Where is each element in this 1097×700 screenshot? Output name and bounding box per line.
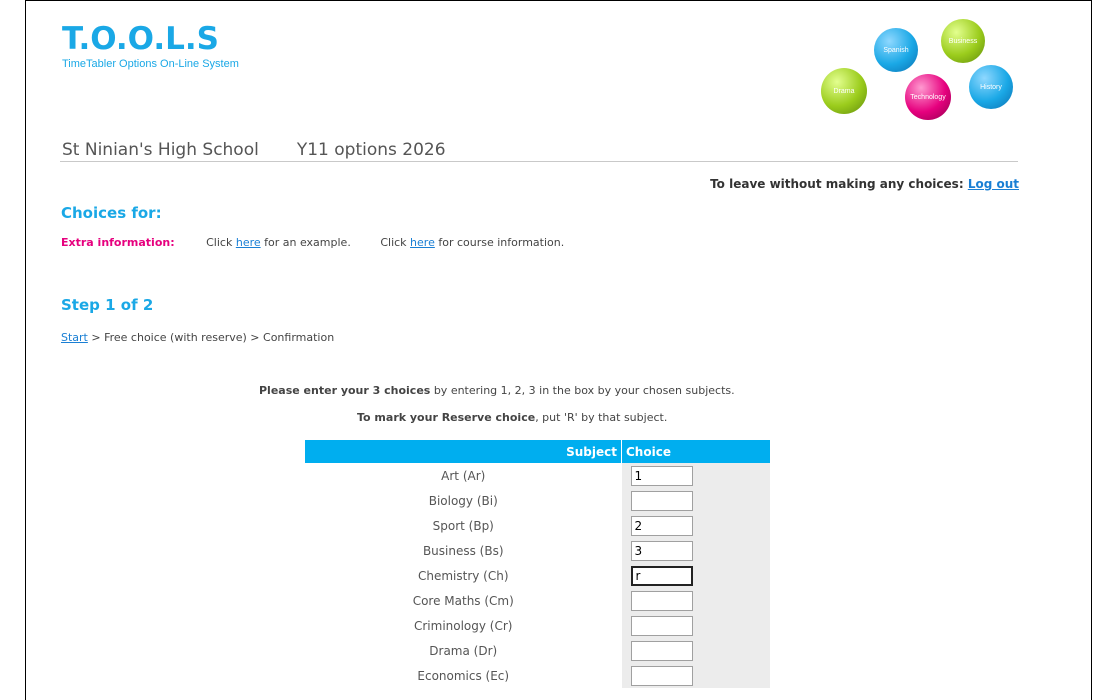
table-header-row: Subject Choice xyxy=(305,440,770,463)
options-title: Y11 options 2026 xyxy=(296,140,446,160)
choice-input-core-maths[interactable] xyxy=(630,590,693,611)
instruction-choices-rest: by entering 1, 2, 3 in the box by your c… xyxy=(430,384,735,397)
table-row: Business (Bs) xyxy=(305,538,770,563)
table-row: Economics (Ec) xyxy=(305,663,770,688)
breadcrumb-rest: > Free choice (with reserve) > Confirmat… xyxy=(91,331,335,344)
subject-name: Chemistry (Ch) xyxy=(417,568,509,583)
choice-column-header: Choice xyxy=(621,440,770,463)
breadcrumb-start-link[interactable]: Start xyxy=(61,331,88,344)
ball-technology: Technology xyxy=(905,74,951,120)
table-row: Biology (Bi) xyxy=(305,488,770,513)
table-row: Drama (Dr) xyxy=(305,638,770,663)
table-row: Art (Ar) xyxy=(305,463,770,488)
course-info-link-suffix: for course information. xyxy=(438,236,565,249)
subject-choice-table: Subject Choice Art (Ar) Biology (Bi) Spo… xyxy=(305,440,770,688)
logo-title: T.O.O.L.S xyxy=(62,21,219,57)
logout-prompt: To leave without making any choices: xyxy=(710,177,964,191)
subject-name: Core Maths (Cm) xyxy=(412,593,514,608)
school-header: St Ninian's High School Y11 options 2026 xyxy=(62,140,446,160)
table-row: Chemistry (Ch) xyxy=(305,563,770,588)
subject-name: Economics (Ec) xyxy=(417,668,510,683)
table-row: Sport (Bp) xyxy=(305,513,770,538)
choices-for-heading: Choices for: xyxy=(61,204,162,222)
subject-name: Art (Ar) xyxy=(441,468,486,483)
choice-input-sport[interactable] xyxy=(630,515,693,536)
instruction-choices: Please enter your 3 choices by entering … xyxy=(259,384,735,397)
tools-logo: T.O.O.L.S TimeTabler Options On-Line Sys… xyxy=(62,22,239,70)
click-text: Click xyxy=(206,236,233,249)
extra-information: Extra information: Click here for an exa… xyxy=(61,236,564,249)
instruction-reserve-rest: , put 'R' by that subject. xyxy=(535,411,668,424)
logo-subtitle: TimeTabler Options On-Line System xyxy=(62,58,239,70)
instruction-reserve-bold: To mark your Reserve choice xyxy=(357,411,536,424)
example-link-suffix: for an example. xyxy=(264,236,351,249)
ball-history: History xyxy=(969,65,1013,109)
step-heading: Step 1 of 2 xyxy=(61,296,154,314)
subject-name: Criminology (Cr) xyxy=(413,618,513,633)
choice-input-chemistry[interactable] xyxy=(630,565,693,586)
ball-drama: Drama xyxy=(821,68,867,114)
subject-name: Sport (Bp) xyxy=(432,518,494,533)
choice-input-criminology[interactable] xyxy=(630,615,693,636)
ball-spanish: Spanish xyxy=(874,28,918,72)
course-info-link[interactable]: here xyxy=(410,236,435,249)
choice-input-art[interactable] xyxy=(630,465,693,486)
logout-bar: To leave without making any choices: Log… xyxy=(710,177,1019,191)
ball-business: Business xyxy=(941,19,985,63)
table-row: Core Maths (Cm) xyxy=(305,588,770,613)
subject-name: Business (Bs) xyxy=(422,543,504,558)
instruction-choices-bold: Please enter your 3 choices xyxy=(259,384,431,397)
subject-column-header: Subject xyxy=(305,440,622,463)
instruction-reserve: To mark your Reserve choice, put 'R' by … xyxy=(357,411,667,424)
choice-input-business[interactable] xyxy=(630,540,693,561)
extra-info-label: Extra information: xyxy=(61,236,175,249)
click-text: Click xyxy=(380,236,407,249)
table-row: Criminology (Cr) xyxy=(305,613,770,638)
school-name: St Ninian's High School xyxy=(62,140,259,160)
breadcrumb: Start > Free choice (with reserve) > Con… xyxy=(61,331,334,344)
choice-input-economics[interactable] xyxy=(630,665,693,686)
example-link[interactable]: here xyxy=(236,236,261,249)
subject-name: Biology (Bi) xyxy=(428,493,498,508)
choice-input-drama[interactable] xyxy=(630,640,693,661)
subject-name: Drama (Dr) xyxy=(429,643,498,658)
logout-link[interactable]: Log out xyxy=(968,177,1019,191)
choice-input-biology[interactable] xyxy=(630,490,693,511)
header-divider xyxy=(60,161,1018,162)
